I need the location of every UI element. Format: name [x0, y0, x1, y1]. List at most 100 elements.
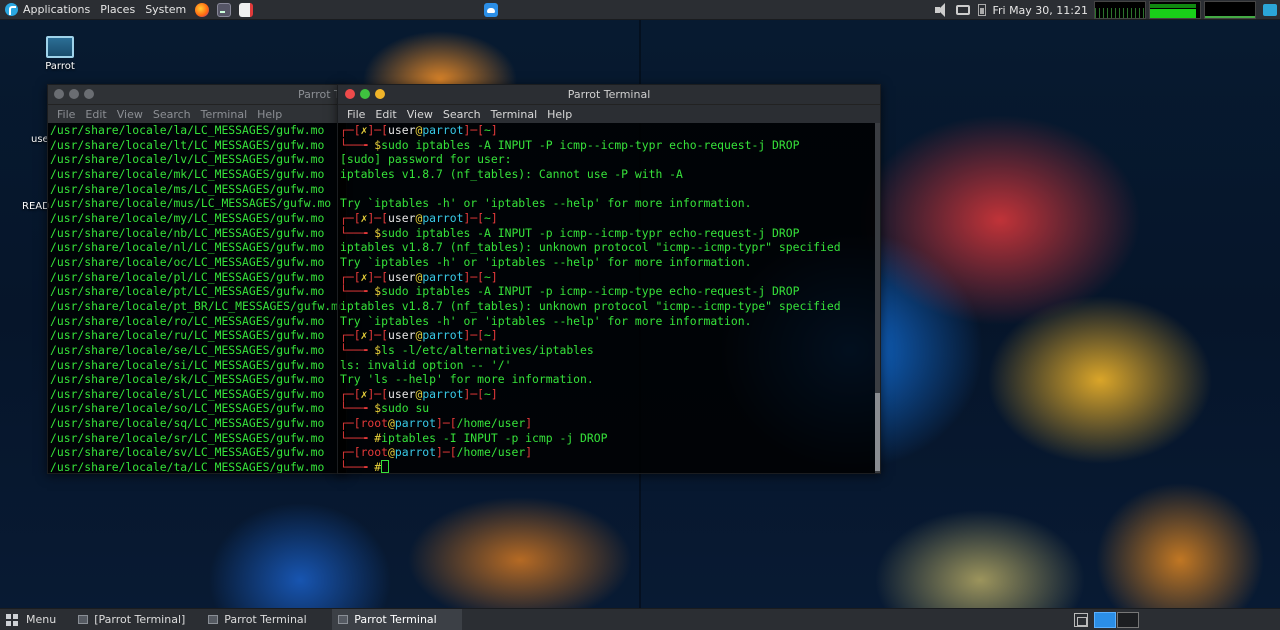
menu-item-search[interactable]: Search — [438, 108, 486, 121]
taskbar-item[interactable]: Parrot Terminal — [202, 609, 332, 630]
applications-menu[interactable]: Applications — [0, 0, 95, 20]
prompt-arrow: └──╼ — [340, 430, 375, 445]
terminal-line: └──╼ #iptables -I INPUT -p icmp -j DROP — [340, 431, 874, 446]
prompt-host: parrot — [422, 123, 464, 137]
terminal-line: ┌─[✗]─[user@parrot]─[~] — [340, 328, 874, 343]
prompt-separator: ]─[ — [367, 123, 389, 137]
prompt-corner: ┌─[ — [340, 386, 361, 401]
prompt-host: parrot — [422, 386, 464, 401]
terminal-window-back[interactable]: Parrot Te File Edit View Search Terminal Help… — [47, 84, 347, 474]
workspace-switcher — [1094, 612, 1140, 628]
output-text: iptables v1.8.7 (nf_tables): unknown pro… — [340, 240, 841, 255]
terminal-output[interactable]: ┌─[✗]─[user@parrot]─[~] └──╼ $sudo iptabl… — [338, 123, 874, 473]
output-text: iptables v1.8.7 (nf_tables): Cannot use … — [340, 166, 683, 181]
title-bar[interactable]: Parrot Te — [48, 85, 346, 105]
prompt-corner: ┌─[ — [340, 445, 361, 460]
memory-graph[interactable] — [1149, 1, 1201, 19]
memory-graph-fill — [1150, 9, 1196, 18]
terminal-output[interactable]: /usr/share/locale/la/LC_MESSAGES/gufw.mo… — [48, 123, 346, 473]
prompt-separator: ] — [525, 416, 533, 431]
taskbar-item-label: [Parrot Terminal] — [94, 613, 186, 626]
trash-icon[interactable] — [1074, 613, 1088, 627]
taskbar-item[interactable]: [Parrot Terminal] — [72, 609, 202, 630]
menu-item-search[interactable]: Search — [148, 108, 196, 121]
cloud-sync-icon[interactable] — [484, 3, 498, 17]
menu-item-view[interactable]: View — [112, 108, 148, 121]
cpu-graph[interactable] — [1094, 1, 1146, 19]
terminal-line: └──╼ $sudo su — [340, 401, 874, 416]
terminal-line: /usr/share/locale/se/LC_MESSAGES/gufw.mo — [50, 342, 325, 357]
places-menu[interactable]: Places — [95, 0, 140, 20]
menu-item-help[interactable]: Help — [252, 108, 287, 121]
taskbar-item[interactable]: Parrot Terminal — [332, 608, 463, 630]
prompt-dir: /home/user — [456, 416, 526, 431]
terminal-line: ┌─[✗]─[user@parrot]─[~] — [340, 123, 874, 138]
terminal-line: └──╼ $sudo iptables -A INPUT -P icmp--ic… — [340, 138, 874, 153]
prompt-user: user — [388, 123, 416, 137]
prompt-arrow: └──╼ — [340, 401, 375, 416]
taskbar-item-label: Parrot Terminal — [354, 613, 437, 626]
menu-item-file[interactable]: File — [52, 108, 80, 121]
terminal-launcher-icon[interactable] — [217, 2, 232, 17]
menu-item-terminal[interactable]: Terminal — [196, 108, 253, 121]
computer-icon — [46, 36, 74, 58]
menu-button[interactable]: Menu — [0, 609, 64, 630]
terminal-line: /usr/share/locale/sk/LC_MESSAGES/gufw.mo — [50, 372, 325, 387]
firefox-launcher-icon[interactable] — [195, 2, 210, 17]
folder-icon[interactable] — [1263, 4, 1277, 16]
menu-item-view[interactable]: View — [402, 108, 438, 121]
menu-bar: File Edit View Search Terminal Help — [338, 105, 880, 123]
prompt-corner: ┌─[ — [340, 210, 361, 225]
prompt-host: parrot — [422, 328, 464, 343]
scrollbar[interactable] — [875, 123, 880, 473]
terminal-line: /usr/share/locale/mus/LC_MESSAGES/gufw.m… — [50, 196, 332, 211]
volume-icon[interactable] — [934, 3, 950, 17]
scrollbar-thumb[interactable] — [875, 393, 880, 471]
battery-icon[interactable] — [978, 4, 987, 16]
terminal-line: └──╼ # — [340, 460, 874, 473]
terminal-window-front[interactable]: Parrot Terminal File Edit View Search Termin… — [337, 84, 881, 474]
system-menu[interactable]: System — [140, 0, 191, 20]
clock[interactable]: Fri May 30, 11:21 — [992, 4, 1088, 17]
title-bar[interactable]: Parrot Terminal — [338, 85, 880, 105]
prompt-dir: ~ — [484, 210, 491, 225]
menu-item-help[interactable]: Help — [542, 108, 577, 121]
menu-label: Menu — [26, 613, 57, 626]
workspace-1[interactable] — [1094, 612, 1116, 628]
terminal-line: /usr/share/locale/oc/LC_MESSAGES/gufw.mo — [50, 254, 325, 269]
prompt-user: root — [360, 445, 389, 460]
terminal-line: /usr/share/locale/ru/LC_MESSAGES/gufw.mo — [50, 328, 325, 343]
window-title: Parrot Terminal — [567, 88, 651, 101]
memory-graph-fill-2 — [1150, 4, 1196, 8]
text-editor-launcher-icon[interactable] — [239, 2, 254, 17]
terminal-line: /usr/share/locale/ta/LC_MESSAGES/gufw.mo — [50, 460, 325, 473]
terminal-line: /usr/share/locale/sl/LC_MESSAGES/gufw.mo — [50, 386, 325, 401]
task-list: [Parrot Terminal] Parrot Terminal Parrot T… — [72, 608, 463, 630]
menu-item-terminal[interactable]: Terminal — [486, 108, 543, 121]
prompt-at: @ — [388, 445, 395, 460]
terminal-line: ┌─[root@parrot]─[/home/user] — [340, 416, 874, 431]
prompt-user: user — [388, 269, 416, 284]
menu-item-edit[interactable]: Edit — [370, 108, 401, 121]
desktop-icon-label-fragment[interactable]: READ — [22, 201, 50, 212]
terminal-line: /usr/share/locale/pt_BR/LC_MESSAGES/gufw… — [50, 298, 345, 313]
desktop-icon-parrot[interactable]: Parrot — [38, 36, 82, 72]
prompt-arrow: └──╼ — [340, 225, 375, 240]
command-text: ls -l/etc/alternatives/iptables — [381, 342, 594, 357]
parrot-logo-icon — [5, 3, 18, 16]
output-text: Try 'ls --help' for more information. — [340, 372, 594, 387]
menu-item-edit[interactable]: Edit — [80, 108, 111, 121]
display-icon[interactable] — [956, 5, 971, 15]
network-graph[interactable] — [1204, 1, 1256, 19]
close-button[interactable] — [54, 89, 64, 99]
maximize-button[interactable] — [84, 89, 94, 99]
menu-item-file[interactable]: File — [342, 108, 370, 121]
workspace-2[interactable] — [1117, 612, 1139, 628]
prompt-dir: ~ — [484, 386, 491, 401]
terminal-line: /usr/share/locale/si/LC_MESSAGES/gufw.mo — [50, 357, 325, 372]
minimize-button[interactable] — [69, 89, 79, 99]
prompt-separator: ]─[ — [463, 386, 485, 401]
prompt-host: parrot — [422, 210, 464, 225]
prompt-dir: ~ — [484, 328, 491, 343]
